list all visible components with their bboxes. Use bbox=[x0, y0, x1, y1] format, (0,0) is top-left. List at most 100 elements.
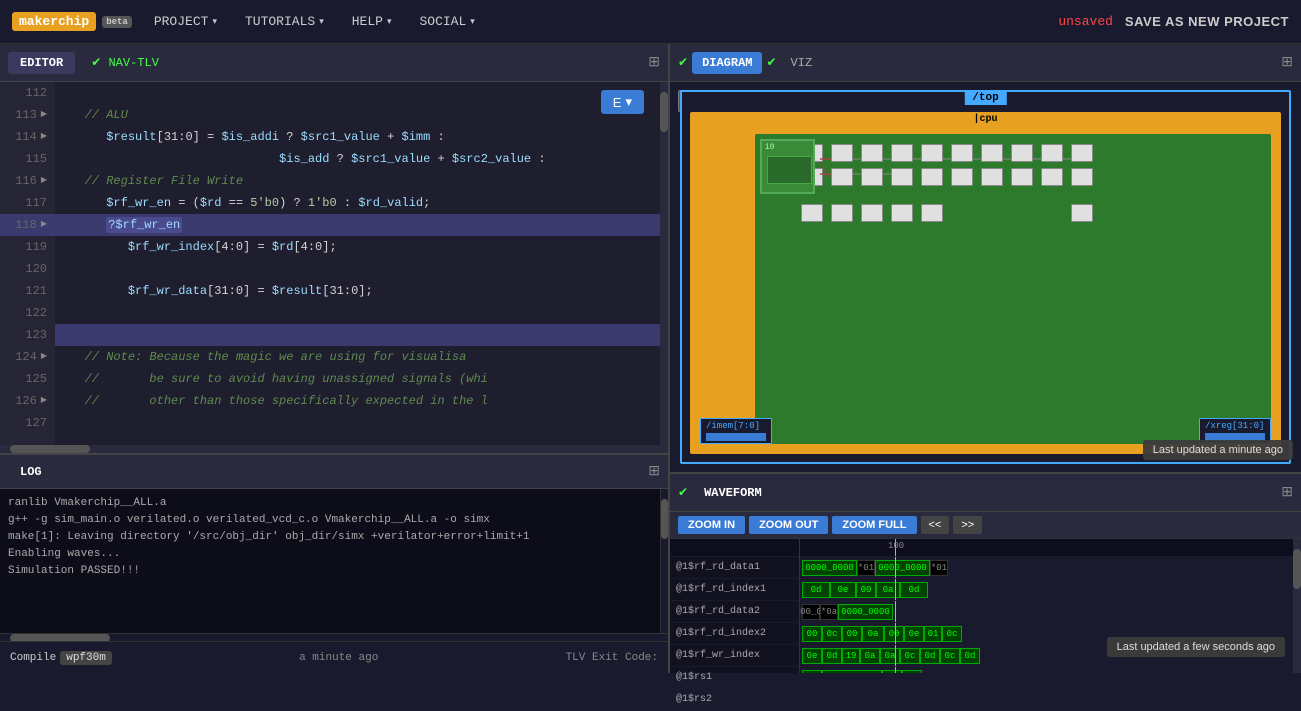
imem-bar bbox=[706, 433, 766, 441]
wave-data[interactable]: 100 0000_0000 *01 0000_0000 *01 0d bbox=[800, 539, 1293, 673]
cell-3-3: 0a bbox=[862, 626, 884, 642]
line-num-118: 118 bbox=[0, 214, 55, 236]
logic-block-15 bbox=[981, 168, 1003, 186]
code-line-123 bbox=[55, 324, 668, 346]
log-tabs: LOG ⊞ bbox=[0, 455, 668, 489]
wave-ruler-label bbox=[670, 539, 799, 557]
code-line-126: // other than those specifically expecte… bbox=[55, 390, 668, 412]
time-marker-r0 bbox=[895, 557, 896, 578]
diagram-expand-icon[interactable]: ⊞ bbox=[1281, 54, 1293, 71]
code-line-117: $rf_wr_en = ($rd == 5'b0) ? 1'b0 : $rd_v… bbox=[55, 192, 668, 214]
logic-block-10 bbox=[921, 144, 943, 162]
tab-waveform[interactable]: WAVEFORM bbox=[692, 482, 774, 504]
log-hscroll[interactable] bbox=[0, 633, 668, 641]
logic-block-22 bbox=[801, 204, 823, 222]
cell-3-4: 00 bbox=[884, 626, 904, 642]
beta-badge: beta bbox=[102, 16, 132, 28]
editor-hscroll[interactable] bbox=[0, 445, 668, 453]
save-button[interactable]: SAVE AS NEW PROJECT bbox=[1125, 14, 1289, 29]
tab-diagram[interactable]: DIAGRAM bbox=[692, 52, 762, 74]
log-line-1: ranlib Vmakerchip__ALL.a bbox=[8, 495, 652, 512]
cell-1-3: 0a bbox=[876, 582, 900, 598]
wave-ruler-row: 100 bbox=[800, 539, 1293, 557]
nav-tutorials[interactable]: TUTORIALS ▾ bbox=[239, 0, 330, 44]
wave-label-6: @1$rs2 bbox=[670, 689, 799, 711]
i0-label: i0 bbox=[765, 143, 775, 152]
diagram-check-icon: ✔ bbox=[678, 55, 688, 70]
diagram-top-label: /top bbox=[964, 91, 1006, 105]
nav-social[interactable]: SOCIAL ▾ bbox=[413, 0, 480, 44]
e-button[interactable]: E ▾ bbox=[601, 90, 644, 114]
i0-inner bbox=[767, 156, 812, 184]
log-scrollbar[interactable] bbox=[660, 489, 668, 633]
line-num-125: 125 bbox=[0, 368, 55, 390]
social-arrow-icon: ▾ bbox=[470, 17, 475, 27]
diagram-canvas[interactable]: + − ⊡ /top |cpu bbox=[670, 82, 1301, 472]
logic-block-16 bbox=[1011, 144, 1033, 162]
tab-log[interactable]: LOG bbox=[8, 461, 54, 483]
log-scroll-thumb bbox=[661, 499, 668, 539]
zoom-out-button[interactable]: ZOOM OUT bbox=[749, 516, 828, 534]
time-marker-r3 bbox=[895, 623, 896, 644]
line-num-124: 124 bbox=[0, 346, 55, 368]
waveform-last-updated: Last updated a few seconds ago bbox=[1107, 637, 1285, 657]
editor-scroll-thumb bbox=[660, 92, 668, 132]
wave-row-5: 00 0d 00 00 bbox=[800, 667, 1293, 673]
cell-4-3: 0a bbox=[860, 648, 880, 664]
logic-block-18 bbox=[1041, 144, 1063, 162]
navbar: makerchip beta PROJECT ▾ TUTORIALS ▾ HEL… bbox=[0, 0, 1301, 44]
tab-navtlv[interactable]: ✔ NAV-TLV bbox=[79, 51, 171, 74]
nav-project[interactable]: PROJECT ▾ bbox=[148, 0, 223, 44]
line-num-115: 115 bbox=[0, 148, 55, 170]
tab-editor[interactable]: EDITOR bbox=[8, 52, 75, 74]
exit-code-label: TLV Exit Code: bbox=[566, 652, 658, 664]
cell-5-1: 0d bbox=[822, 670, 882, 674]
code-line-120 bbox=[55, 258, 668, 280]
logic-block-9 bbox=[891, 168, 913, 186]
time-marker-r2 bbox=[895, 601, 896, 622]
cell-3-5: 0e bbox=[904, 626, 924, 642]
line-num-121: 121 bbox=[0, 280, 55, 302]
zoom-in-button[interactable]: ZOOM IN bbox=[678, 516, 745, 534]
code-editor: 112 113 114 115 116 117 118 119 120 121 … bbox=[0, 82, 668, 445]
cell-0-2: 0000_0000 bbox=[875, 560, 930, 576]
i0-box: i0 bbox=[760, 139, 815, 194]
cell-5-2: 00 bbox=[882, 670, 902, 674]
cell-4-7: 0c bbox=[940, 648, 960, 664]
cell-3-6: 01 bbox=[924, 626, 942, 642]
wave-expand-icon[interactable]: ⊞ bbox=[1281, 484, 1293, 501]
tab-viz[interactable]: VIZ bbox=[781, 52, 823, 74]
zoom-full-button[interactable]: ZOOM FULL bbox=[832, 516, 916, 534]
code-content[interactable]: // ALU $result[31:0] = $is_addi ? $src1_… bbox=[55, 82, 668, 445]
code-line-121: $rf_wr_data[31:0] = $result[31:0]; bbox=[55, 280, 668, 302]
cell-2-1: *0a bbox=[820, 604, 838, 620]
logic-block-20 bbox=[1071, 144, 1093, 162]
logic-block-21 bbox=[1071, 168, 1093, 186]
wave-row-1: 0d 0e 00 0a 0d bbox=[800, 579, 1293, 601]
help-arrow-icon: ▾ bbox=[387, 17, 392, 27]
cell-2-2: 0000_0000 bbox=[838, 604, 893, 620]
nav-help[interactable]: HELP ▾ bbox=[346, 0, 398, 44]
wave-labels: @1$rf_rd_data1 @1$rf_rd_index1 @1$rf_rd_… bbox=[670, 539, 800, 673]
cell-3-0: 00 bbox=[802, 626, 822, 642]
editor-scrollbar[interactable] bbox=[660, 82, 668, 445]
logic-block-26 bbox=[921, 204, 943, 222]
code-line-119: $rf_wr_index[4:0] = $rd[4:0]; bbox=[55, 236, 668, 258]
log-body: ranlib Vmakerchip__ALL.a g++ -g sim_main… bbox=[0, 489, 668, 633]
code-line-116: // Register File Write bbox=[55, 170, 668, 192]
logic-block-11 bbox=[921, 168, 943, 186]
wave-scrollbar[interactable] bbox=[1293, 539, 1301, 673]
editor-hscroll-thumb bbox=[10, 445, 90, 453]
logo[interactable]: makerchip bbox=[12, 12, 96, 31]
cell-4-5: 0c bbox=[900, 648, 920, 664]
line-num-116: 116 bbox=[0, 170, 55, 192]
nav-right: unsaved SAVE AS NEW PROJECT bbox=[1058, 14, 1289, 29]
log-expand-icon[interactable]: ⊞ bbox=[648, 463, 660, 480]
code-line-114: $result[31:0] = $is_addi ? $src1_value +… bbox=[55, 126, 668, 148]
wave-next-button[interactable]: >> bbox=[953, 516, 982, 534]
wave-label-5: @1$rs1 bbox=[670, 667, 799, 689]
editor-expand-icon[interactable]: ⊞ bbox=[648, 54, 660, 71]
wave-body: @1$rf_rd_data1 @1$rf_rd_index1 @1$rf_rd_… bbox=[670, 539, 1301, 673]
cell-4-8: 0d bbox=[960, 648, 980, 664]
wave-prev-button[interactable]: << bbox=[921, 516, 950, 534]
